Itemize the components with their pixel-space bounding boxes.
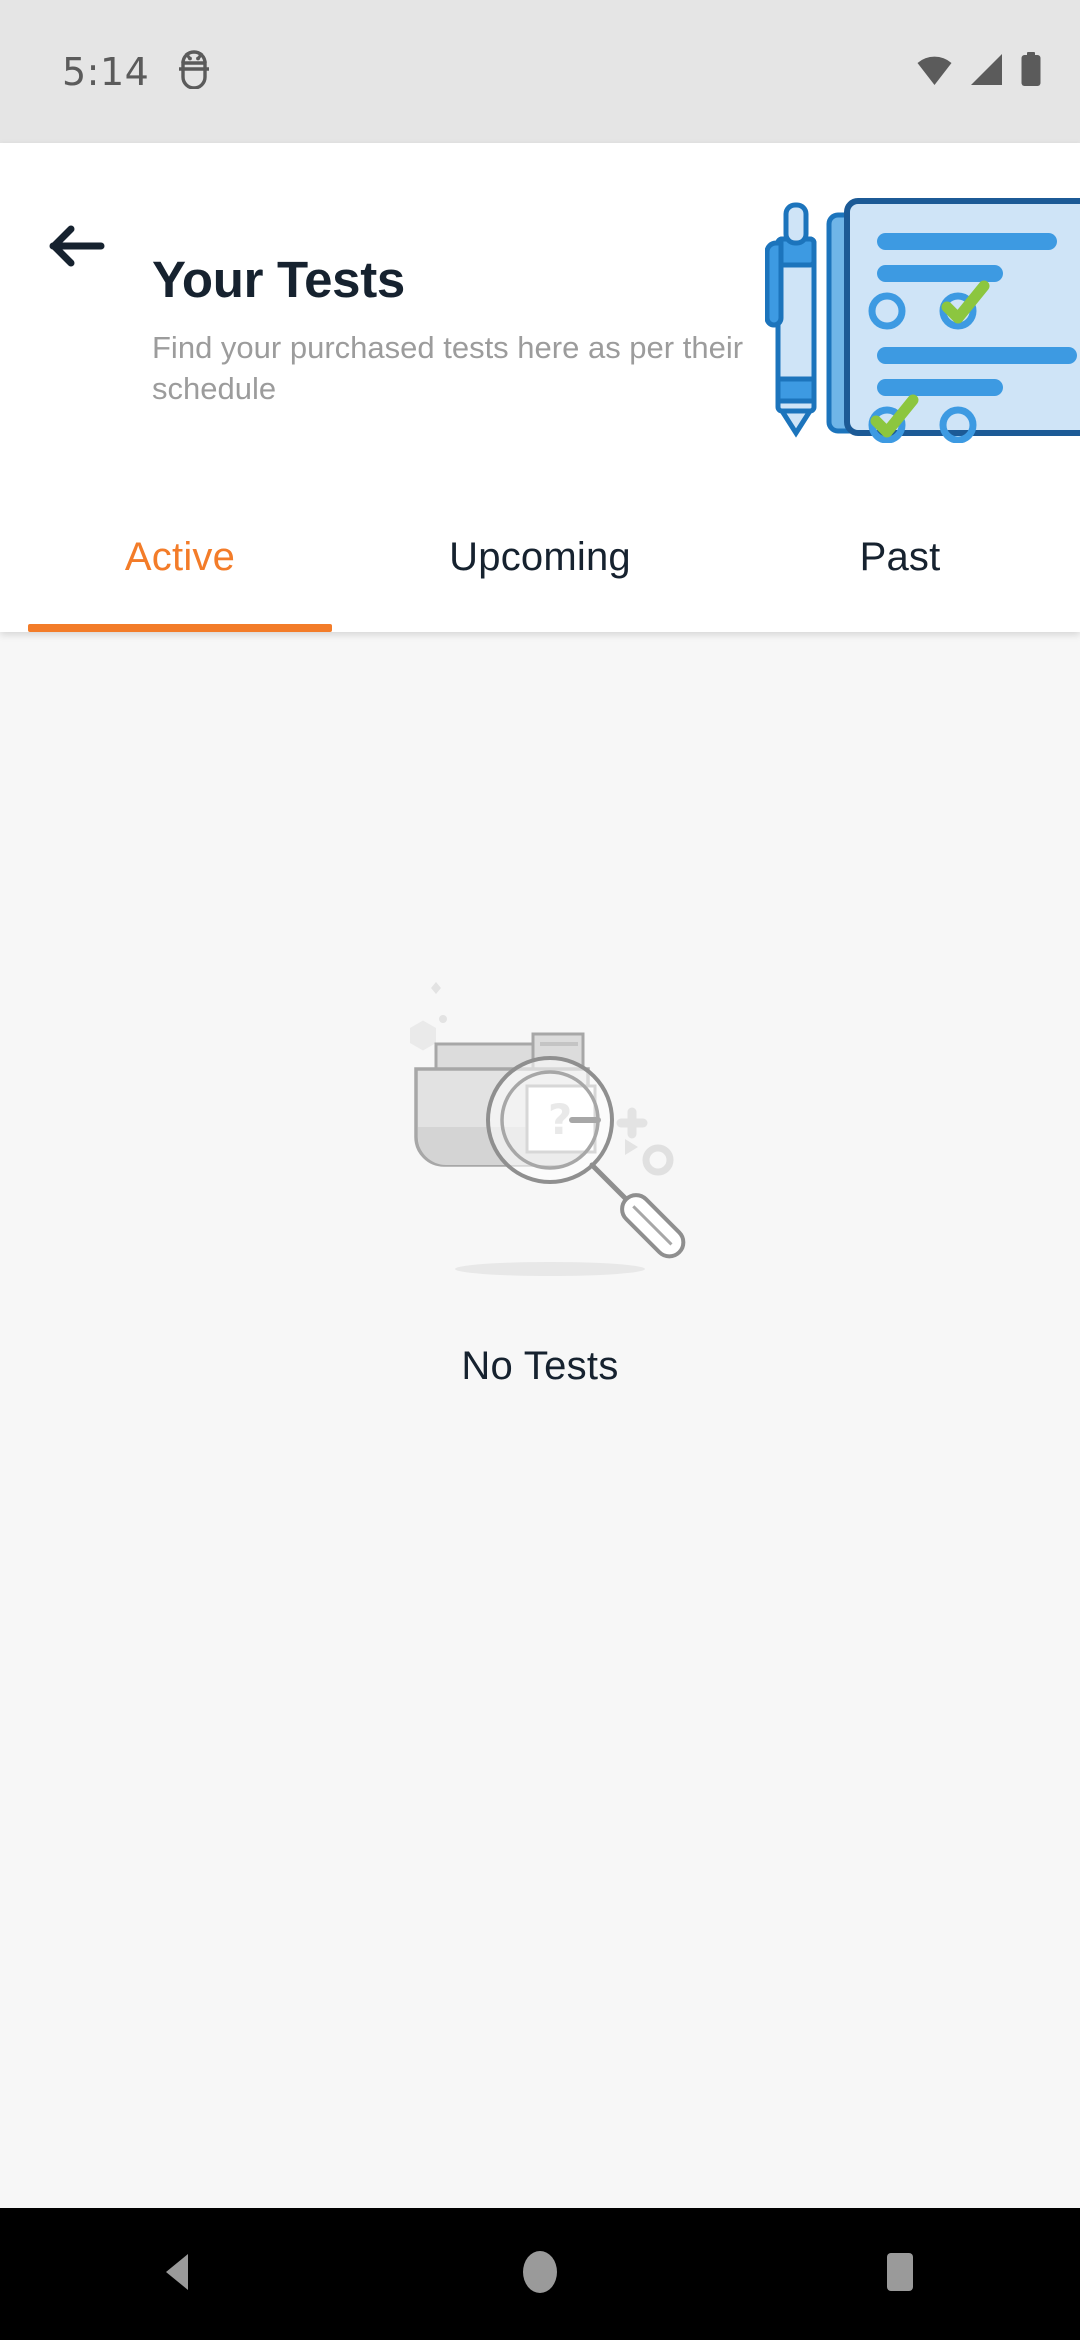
triangle-left-icon <box>157 2249 203 2300</box>
header-card: Your Tests Find your purchased tests her… <box>0 143 1080 632</box>
tab-active[interactable]: Active <box>0 499 360 632</box>
header-text-block: Your Tests Find your purchased tests her… <box>152 253 772 409</box>
back-arrow-icon <box>49 224 107 273</box>
circle-icon <box>517 2249 563 2300</box>
folder-with-magnifier-question-icon: ? <box>370 962 710 1302</box>
tab-indicator-past <box>748 624 1052 632</box>
tab-indicator-active <box>28 624 332 632</box>
tab-upcoming[interactable]: Upcoming <box>360 499 720 632</box>
status-bar-left: 5:14 <box>62 49 211 94</box>
empty-state-message: No Tests <box>461 1344 619 1388</box>
tab-bar: Active Upcoming Past <box>0 499 1080 632</box>
battery-icon <box>1020 51 1042 92</box>
status-bar: 5:14 <box>0 0 1080 143</box>
cellular-signal-icon <box>969 53 1004 91</box>
square-icon <box>877 2249 923 2300</box>
page-title: Your Tests <box>152 251 405 308</box>
tab-label-active: Active <box>124 535 236 579</box>
back-button[interactable] <box>38 208 118 288</box>
nav-recents-button[interactable] <box>830 2208 970 2340</box>
nav-home-button[interactable] <box>470 2208 610 2340</box>
tab-indicator-upcoming <box>388 624 692 632</box>
phone-screen: 5:14 Your Tests Find your purchased test… <box>0 0 1080 2340</box>
android-navigation-bar <box>0 2208 1080 2340</box>
clipboard-checklist-illustration <box>764 183 1080 444</box>
tab-past[interactable]: Past <box>720 499 1080 632</box>
tab-label-past: Past <box>859 535 941 579</box>
empty-state: ? No Tests <box>0 632 1080 2208</box>
status-bar-right <box>916 51 1042 92</box>
page-subtitle: Find your purchased tests here as per th… <box>152 329 744 406</box>
wifi-icon <box>916 53 953 91</box>
nav-back-button[interactable] <box>110 2208 250 2340</box>
tab-label-upcoming: Upcoming <box>449 535 631 579</box>
android-debug-icon <box>177 49 211 94</box>
status-bar-clock: 5:14 <box>62 49 150 94</box>
